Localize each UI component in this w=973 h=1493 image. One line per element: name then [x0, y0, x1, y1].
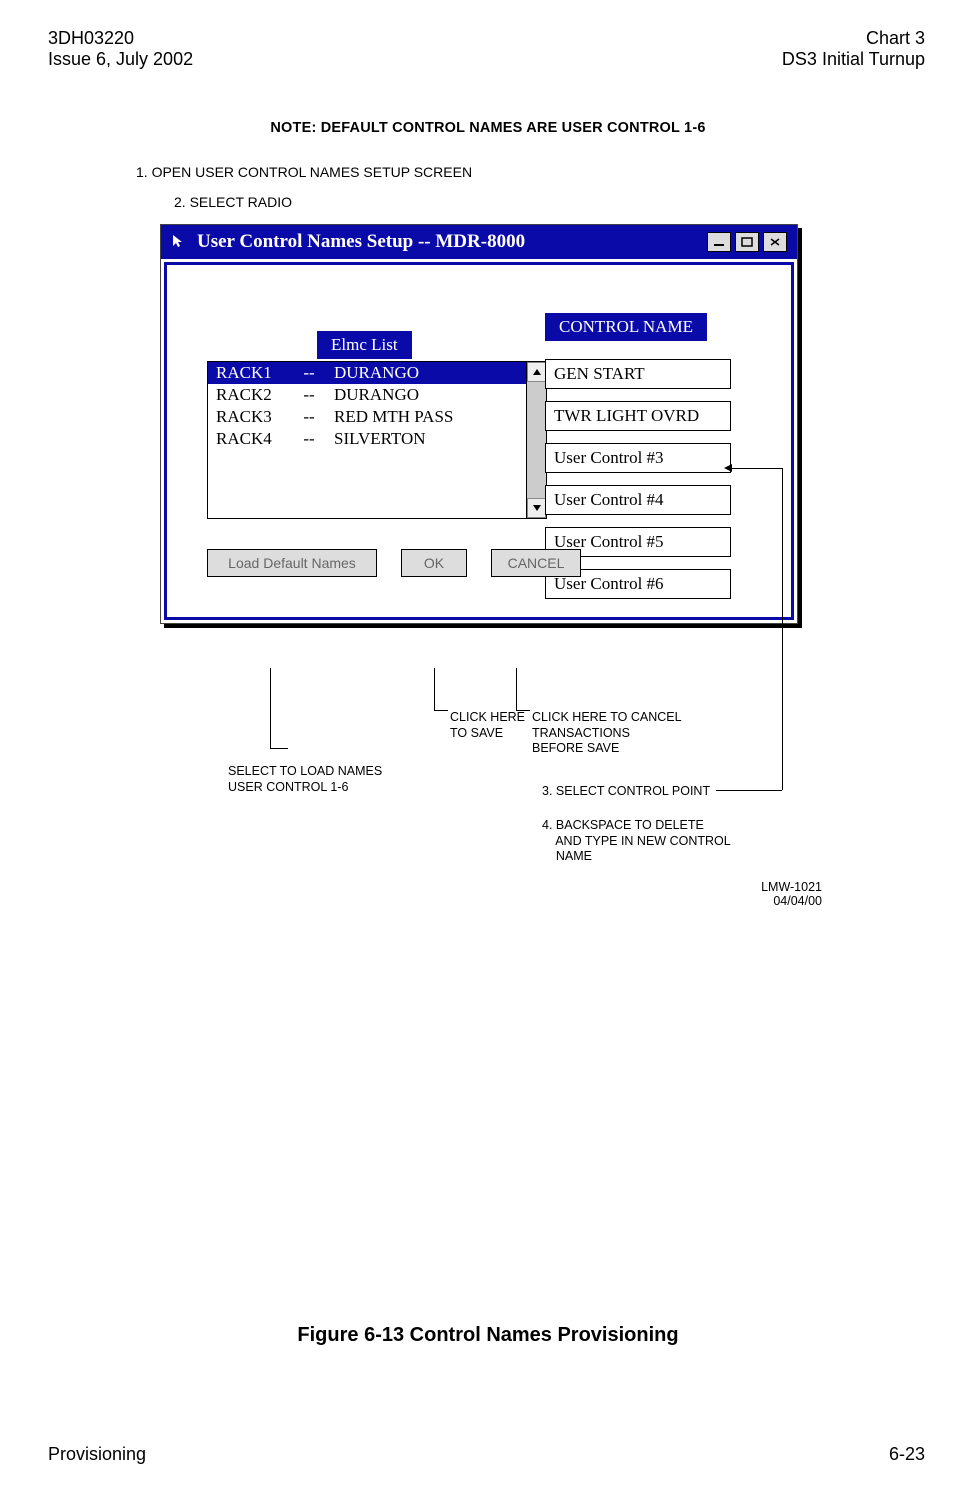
elmc-listbox[interactable]: RACK1--DURANGORACK2--DURANGORACK3--RED M…: [207, 361, 547, 519]
header-right: Chart 3 DS3 Initial Turnup: [782, 28, 925, 70]
drawing-id: LMW-1021 04/04/00: [761, 880, 822, 908]
elmc-list-label: Elmc List: [317, 331, 412, 359]
list-item[interactable]: RACK1--DURANGO: [208, 362, 526, 384]
annot-step4: 4. BACKSPACE TO DELETE AND TYPE IN NEW C…: [542, 818, 731, 865]
pointer-icon: [171, 233, 189, 251]
scrollbar[interactable]: [526, 362, 546, 518]
doc-issue: Issue 6, July 2002: [48, 49, 193, 70]
annot-line-cancel: [516, 668, 517, 710]
load-default-names-button[interactable]: Load Default Names: [207, 549, 377, 577]
figure-block: NOTE: DEFAULT CONTROL NAMES ARE USER CON…: [98, 120, 878, 1347]
chart-title: DS3 Initial Turnup: [782, 49, 925, 70]
doc-id: 3DH03220: [48, 28, 193, 49]
figure-caption: Figure 6-13 Control Names Provisioning: [98, 1324, 878, 1347]
control-name-field-1[interactable]: GEN START: [545, 359, 731, 389]
annot-load: SELECT TO LOAD NAMES USER CONTROL 1-6: [228, 764, 382, 795]
annot-line-load: [270, 668, 271, 748]
annot-save: CLICK HERE TO SAVE: [450, 710, 525, 741]
footer-left: Provisioning: [48, 1444, 146, 1465]
annot-line-ok: [434, 668, 435, 710]
step-2: 2. SELECT RADIO: [174, 194, 878, 210]
control-name-field-3[interactable]: User Control #3: [545, 443, 731, 473]
control-name-label: CONTROL NAME: [545, 313, 707, 341]
default-note: NOTE: DEFAULT CONTROL NAMES ARE USER CON…: [98, 120, 878, 136]
window-title: User Control Names Setup -- MDR-8000: [197, 231, 703, 253]
scroll-up-button[interactable]: [527, 362, 546, 382]
header-left: 3DH03220 Issue 6, July 2002: [48, 28, 193, 70]
scroll-down-button[interactable]: [527, 498, 546, 518]
minimize-button[interactable]: [707, 232, 731, 252]
ok-button[interactable]: OK: [401, 549, 467, 577]
control-name-field-4[interactable]: User Control #4: [545, 485, 731, 515]
footer-right: 6-23: [889, 1444, 925, 1465]
cancel-button[interactable]: CANCEL: [491, 549, 581, 577]
client-frame: Elmc List CONTROL NAME RACK1--DURANGORAC…: [164, 262, 794, 620]
step-1: 1. OPEN USER CONTROL NAMES SETUP SCREEN: [136, 164, 878, 180]
maximize-button[interactable]: [735, 232, 759, 252]
dialog-window: User Control Names Setup -- MDR-8000 Elm…: [160, 224, 798, 624]
close-button[interactable]: [763, 232, 787, 252]
control-name-field-2[interactable]: TWR LIGHT OVRD: [545, 401, 731, 431]
chart-num: Chart 3: [782, 28, 925, 49]
annot-step3: 3. SELECT CONTROL POINT: [542, 784, 710, 800]
list-item[interactable]: RACK2--DURANGO: [208, 384, 526, 406]
list-item[interactable]: RACK4--SILVERTON: [208, 428, 526, 450]
title-bar: User Control Names Setup -- MDR-8000: [161, 225, 797, 259]
arrow-step3: [730, 468, 782, 469]
annot-cancel: CLICK HERE TO CANCEL TRANSACTIONS BEFORE…: [532, 710, 682, 757]
list-item[interactable]: RACK3--RED MTH PASS: [208, 406, 526, 428]
